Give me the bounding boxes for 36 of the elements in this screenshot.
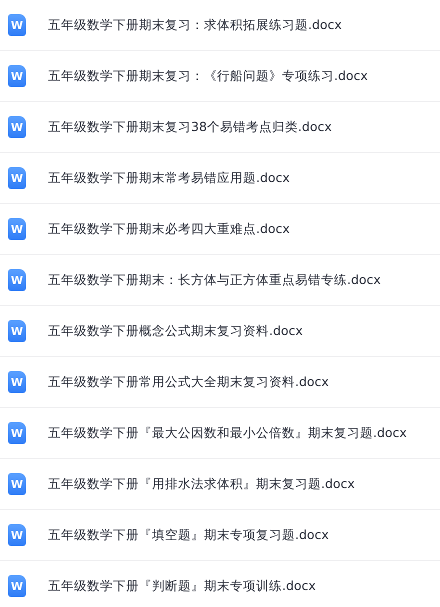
word-document-icon: W: [8, 218, 26, 240]
file-row[interactable]: W 五年级数学下册常用公式大全期末复习资料.docx: [0, 357, 440, 408]
file-row[interactable]: W 五年级数学下册期末复习38个易错考点归类.docx: [0, 102, 440, 153]
word-document-icon: W: [8, 473, 26, 495]
word-document-icon: W: [8, 422, 26, 444]
file-name: 五年级数学下册『填空题』期末专项复习题.docx: [48, 526, 329, 544]
word-document-icon: W: [8, 575, 26, 597]
file-row[interactable]: W 五年级数学下册概念公式期末复习资料.docx: [0, 306, 440, 357]
file-name: 五年级数学下册期末复习：求体积拓展练习题.docx: [48, 16, 342, 34]
file-row[interactable]: W 五年级数学下册期末常考易错应用题.docx: [0, 153, 440, 204]
file-row[interactable]: W 五年级数学下册期末必考四大重难点.docx: [0, 204, 440, 255]
file-name: 五年级数学下册期末必考四大重难点.docx: [48, 220, 290, 238]
file-name: 五年级数学下册『最大公因数和最小公倍数』期末复习题.docx: [48, 424, 407, 442]
file-row[interactable]: W 五年级数学下册『填空题』期末专项复习题.docx: [0, 510, 440, 561]
file-row[interactable]: W 五年级数学下册『用排水法求体积』期末复习题.docx: [0, 459, 440, 510]
file-name: 五年级数学下册概念公式期末复习资料.docx: [48, 322, 303, 340]
word-document-icon: W: [8, 14, 26, 36]
file-name: 五年级数学下册期末复习：《行船问题》专项练习.docx: [48, 68, 368, 84]
word-document-icon: W: [8, 371, 26, 393]
file-row[interactable]: W 五年级数学下册期末复习：《行船问题》专项练习.docx: [0, 51, 440, 102]
file-name: 五年级数学下册『判断题』期末专项训练.docx: [48, 578, 316, 594]
file-row[interactable]: W 五年级数学下册期末：长方体与正方体重点易错专练.docx: [0, 255, 440, 306]
word-document-icon: W: [8, 167, 26, 189]
file-name: 五年级数学下册期末：长方体与正方体重点易错专练.docx: [48, 272, 381, 288]
word-document-icon: W: [8, 320, 26, 342]
word-document-icon: W: [8, 269, 26, 291]
word-document-icon: W: [8, 524, 26, 546]
file-name: 五年级数学下册期末复习38个易错考点归类.docx: [48, 118, 332, 136]
word-document-icon: W: [8, 65, 26, 87]
file-name: 五年级数学下册常用公式大全期末复习资料.docx: [48, 374, 329, 390]
file-row[interactable]: W 五年级数学下册『判断题』期末专项训练.docx: [0, 561, 440, 607]
file-row[interactable]: W 五年级数学下册期末复习：求体积拓展练习题.docx: [0, 0, 440, 51]
file-name: 五年级数学下册期末常考易错应用题.docx: [48, 170, 290, 186]
word-document-icon: W: [8, 116, 26, 138]
file-name: 五年级数学下册『用排水法求体积』期末复习题.docx: [48, 476, 355, 492]
file-row[interactable]: W 五年级数学下册『最大公因数和最小公倍数』期末复习题.docx: [0, 408, 440, 459]
